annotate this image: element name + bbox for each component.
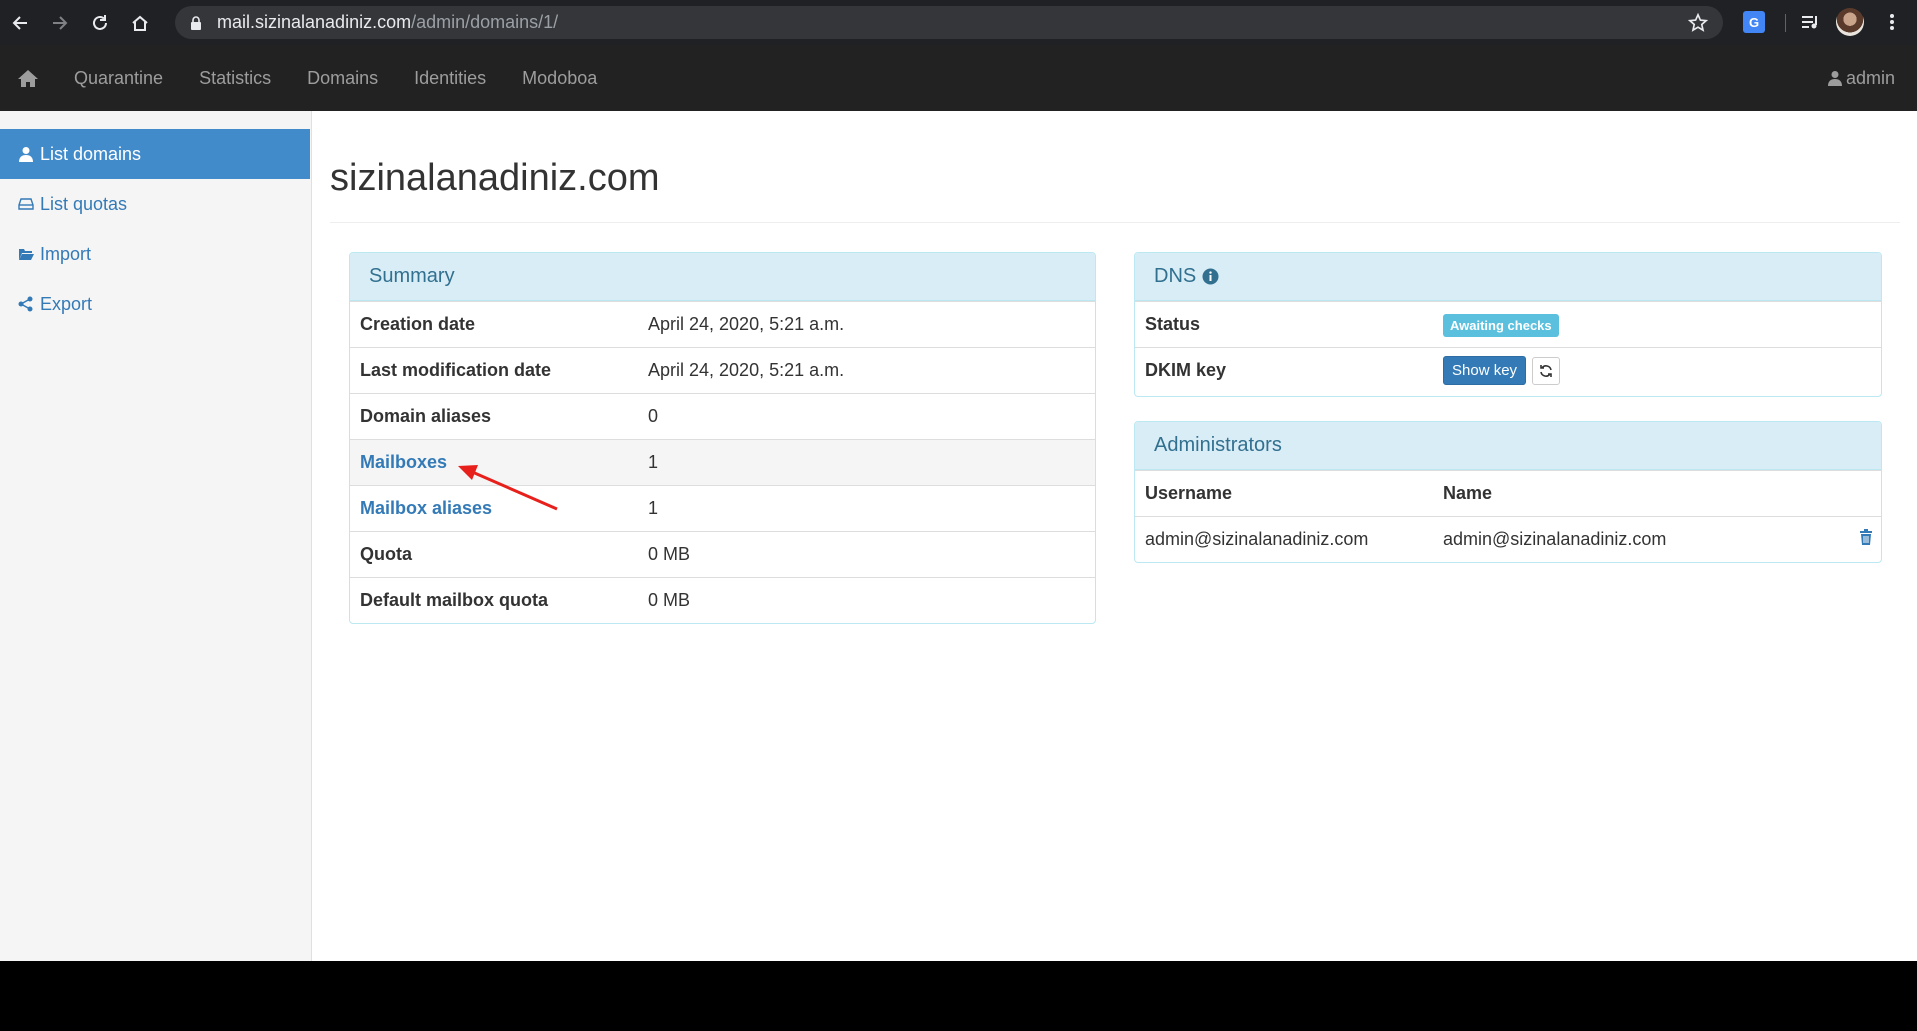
status-badge: Awaiting checks [1443,314,1559,337]
user-menu[interactable]: admin [1827,45,1895,111]
refresh-button[interactable] [1532,356,1561,385]
row-value: 0 [648,406,659,426]
user-icon [19,147,33,162]
top-navbar: Quarantine Statistics Domains Identities… [0,45,1917,111]
refresh-icon [1540,364,1552,377]
table-row: Mailbox aliases 1 [350,485,1095,531]
sidebar-item-list-domains[interactable]: List domains [0,129,310,179]
browser-menu-icon[interactable] [1878,8,1906,36]
title-divider [330,222,1900,223]
table-row: Creation date April 24, 2020, 5:21 a.m. [350,301,1095,347]
row-value: April 24, 2020, 5:21 a.m. [648,314,845,334]
summary-heading-text: Summary [369,265,455,287]
sidebar-item-label: List domains [40,143,142,164]
bookmark-star-icon[interactable] [1687,12,1709,34]
info-icon[interactable] [1202,268,1219,285]
admin-name: admin@sizinalanadiniz.com [1443,529,1667,549]
user-icon [1827,71,1842,86]
nav-identities[interactable]: Identities [396,45,504,111]
row-value: 1 [648,452,659,472]
dns-panel: DNS Status Awaiting checks DKIM key Show… [1134,252,1882,397]
home-icon[interactable] [0,45,56,111]
url-text: mail.sizinalanadiniz.com/admin/domains/1… [217,12,558,33]
sidebar: List domains List quotas Import Export [0,111,312,961]
mailbox-aliases-link[interactable]: Mailbox aliases [350,498,648,519]
share-icon [18,296,33,312]
nav-statistics[interactable]: Statistics [181,45,289,111]
summary-panel: Summary Creation date April 24, 2020, 5:… [349,252,1096,624]
row-value: April 24, 2020, 5:21 a.m. [648,360,845,380]
media-control-icon[interactable] [1796,8,1824,36]
table-header-row: Username Name [1135,470,1881,516]
page-body: List domains List quotas Import Export s… [0,111,1917,961]
sidebar-item-label: Export [40,293,93,314]
page-title: sizinalanadiniz.com [330,157,660,199]
row-label: Domain aliases [360,406,492,426]
address-bar[interactable]: mail.sizinalanadiniz.com/admin/domains/1… [175,6,1723,39]
row-label: Quota [360,544,412,564]
table-row: Default mailbox quota 0 MB [350,577,1095,623]
sidebar-item-label: List quotas [40,193,128,214]
reload-icon[interactable] [80,3,120,43]
user-name: admin [1845,68,1895,88]
table-row: DKIM key Show key [1135,347,1881,393]
administrators-heading-text: Administrators [1154,434,1282,456]
administrators-panel: Administrators Username Name admin@sizin… [1134,421,1882,563]
nav-domains[interactable]: Domains [289,45,396,111]
profile-avatar[interactable] [1836,8,1864,36]
row-value: 0 MB [648,590,691,610]
table-row: admin@sizinalanadiniz.com admin@sizinala… [1135,516,1881,562]
row-label: DKIM key [1145,360,1227,380]
table-row: Quota 0 MB [350,531,1095,577]
dns-heading-text: DNS [1154,265,1197,287]
table-row: Last modification date April 24, 2020, 5… [350,347,1095,393]
lock-icon [191,15,201,30]
translate-extension-icon[interactable]: G [1740,8,1768,36]
table-row: Domain aliases 0 [350,393,1095,439]
folder-open-icon [19,249,34,260]
delete-admin-button[interactable] [1859,529,1873,550]
forward-icon[interactable] [40,3,80,43]
table-row: Status Awaiting checks [1135,301,1881,347]
trash-icon [1860,529,1872,545]
row-value: 0 MB [648,544,691,564]
main-content: sizinalanadiniz.com [330,111,1900,223]
row-label: Last modification date [360,360,552,380]
url-path: /admin/domains/1/ [411,12,559,32]
row-label: Default mailbox quota [360,590,549,610]
row-label: Status [1145,314,1201,334]
administrators-heading: Administrators [1135,422,1881,470]
summary-heading: Summary [350,253,1095,301]
nav-quarantine[interactable]: Quarantine [56,45,181,111]
toolbar-divider [1785,14,1786,32]
row-label: Creation date [360,314,476,334]
column-header-name: Name [1443,483,1493,503]
admin-username: admin@sizinalanadiniz.com [1145,529,1369,549]
hdd-icon [18,198,34,210]
column-header-username: Username [1145,483,1233,503]
dns-heading: DNS [1135,253,1881,301]
mailboxes-link[interactable]: Mailboxes [350,452,648,473]
table-row: Mailboxes 1 [350,439,1095,485]
sidebar-item-label: Import [40,243,92,264]
show-key-button[interactable]: Show key [1443,356,1527,385]
browser-toolbar: mail.sizinalanadiniz.com/admin/domains/1… [0,0,1917,45]
back-icon[interactable] [0,3,40,43]
url-host: mail.sizinalanadiniz.com [217,12,412,32]
row-value: 1 [648,498,659,518]
sidebar-item-list-quotas[interactable]: List quotas [0,179,311,229]
sidebar-item-import[interactable]: Import [0,229,311,279]
home-icon[interactable] [120,3,160,43]
sidebar-item-export[interactable]: Export [0,279,311,329]
nav-modoboa[interactable]: Modoboa [504,45,615,111]
